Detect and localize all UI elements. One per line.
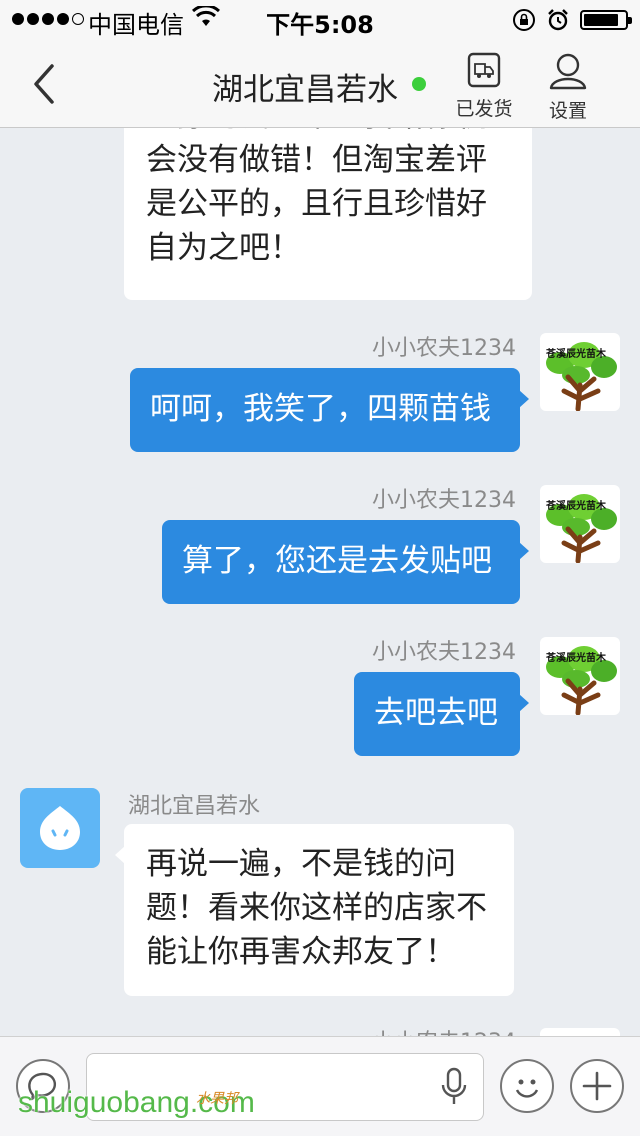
sender-name: 小小农夫1234 [372,336,516,361]
settings-button[interactable]: 设置 [530,50,606,126]
status-time: 下午5:08 [266,11,374,39]
sender-name: 小小农夫1234 [372,488,516,513]
sender-name: 湖北宜昌若水 [128,794,261,819]
contact-name-title[interactable]: 湖北宜昌若水 [212,64,398,109]
seller-avatar[interactable]: 苍溪辰光苗木 [540,637,620,715]
message-line: 去吧去吧 [374,695,498,731]
more-button[interactable] [570,1059,624,1113]
avatar-brand-text: 苍溪辰光苗木 [546,653,606,664]
tree-logo-icon [540,1028,620,1036]
message-line: 再说一遍，不是钱的问 [146,846,456,882]
person-icon [549,53,587,90]
message-line: 已挣的钱！希望我给你机 [146,128,510,138]
seller-avatar[interactable]: 苍溪辰光苗木 [540,485,620,563]
chat-bot-icon [40,806,80,850]
seller-avatar[interactable]: 苍溪辰光苗木 [540,333,620,411]
outgoing-message[interactable]: 呵呵，我笑了，四颗苗钱 [130,368,529,452]
sender-name: 小小农夫1234 [372,640,516,665]
back-button[interactable] [26,60,66,108]
chevron-left-icon [34,64,54,104]
mic-button[interactable] [440,1067,468,1111]
chat-message-list[interactable]: 已挣的钱！希望我给你机 会没有做错！但淘宝差评 是公平的，且行且珍惜好 自为之吧… [0,128,640,1036]
outgoing-message[interactable]: 去吧去吧 [354,672,529,756]
message-line: 自为之吧！ [146,230,301,266]
message-line: 呵呵，我笑了，四颗苗钱 [150,391,491,427]
settings-label: 设置 [548,100,587,122]
message-line: 能让你再害众邦友了！ [146,934,456,970]
incoming-message[interactable]: 再说一遍，不是钱的问 题！看来你这样的店家不 能让你再害众邦友了！ [115,824,514,996]
delivery-truck-icon [467,52,501,88]
shipped-button[interactable]: 已发货 [446,50,522,126]
contact-avatar[interactable] [20,788,100,868]
rotation-lock-icon [512,8,536,38]
emoji-icon [515,1079,539,1098]
message-line: 是公平的，且行且珍惜好 [146,186,487,222]
online-status-dot [412,77,426,91]
seller-avatar[interactable] [540,1028,620,1036]
message-line: 会没有做错！但淘宝差评 [146,142,487,178]
avatar-brand-text: 苍溪辰光苗木 [546,501,606,512]
sender-name: 小小农夫1234 [372,1024,516,1036]
incoming-message[interactable]: 已挣的钱！希望我给你机 会没有做错！但淘宝差评 是公平的，且行且珍惜好 自为之吧… [124,128,532,300]
mic-icon [441,1067,467,1104]
shipped-label: 已发货 [455,98,513,120]
emoji-button[interactable] [500,1059,554,1113]
plus-icon [582,1071,612,1101]
battery-icon [580,10,632,30]
chat-header: 湖北宜昌若水 已发货 设置 [0,40,640,128]
avatar-brand-text: 苍溪辰光苗木 [546,349,606,360]
alarm-icon [546,8,570,38]
message-line: 算了，您还是去发贴吧 [182,543,492,579]
site-watermark-cn: 水果邦 [196,1091,238,1107]
outgoing-message[interactable]: 算了，您还是去发贴吧 [162,520,529,604]
message-line: 题！看来你这样的店家不 [146,890,487,926]
status-bar: 中国电信 下午5:08 [0,0,640,40]
